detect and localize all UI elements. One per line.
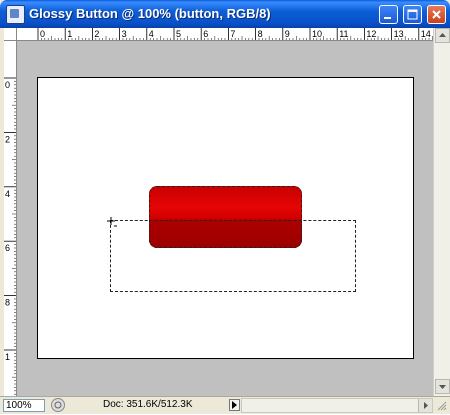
scroll-right-button[interactable] — [418, 399, 432, 412]
arrow-right-icon — [424, 402, 428, 409]
circle-icon — [54, 401, 62, 409]
ruler-label: 6 — [203, 29, 208, 39]
window-title: Glossy Button @ 100% (button, RGB/8) — [29, 6, 271, 21]
ruler-label: 11 — [339, 29, 348, 39]
canvas-workspace[interactable] — [17, 41, 433, 396]
ruler-label: 2 — [5, 134, 10, 144]
resize-grip-icon[interactable] — [436, 400, 447, 411]
ruler-label: 9 — [285, 29, 290, 39]
play-arrow-icon — [232, 401, 237, 409]
zoom-level-field[interactable]: 100% — [3, 399, 45, 412]
ruler-label: 10 — [312, 29, 322, 39]
arrow-up-icon — [439, 33, 446, 37]
ruler-label: 12 — [366, 29, 376, 39]
ruler-label: 14 — [421, 29, 431, 39]
ruler-label: 2 — [94, 29, 99, 39]
ruler-label: 13 — [394, 29, 404, 39]
minimize-button[interactable] — [379, 5, 398, 24]
ruler-label: 7 — [230, 29, 235, 39]
ruler-label: 1 — [5, 352, 10, 362]
photoshop-document-window: Glossy Button @ 100% (button, RGB/8) 012… — [0, 0, 450, 414]
scroll-down-button[interactable] — [435, 379, 450, 394]
horizontal-ruler[interactable]: 0 1 2 3 4 5 6 7 8 9 10 11 12 13 14 — [17, 28, 433, 41]
app-icon — [6, 5, 25, 24]
vertical-scrollbar[interactable] — [433, 28, 450, 396]
ruler-label: 8 — [258, 29, 263, 39]
document-size-info: Doc: 351.6K/512.3K — [103, 399, 193, 410]
ruler-label: 5 — [176, 29, 181, 39]
ruler-label: 4 — [149, 29, 154, 39]
scroll-up-button[interactable] — [435, 28, 450, 43]
status-info-menu-button[interactable] — [229, 399, 240, 411]
vertical-ruler[interactable]: 0 2 4 6 8 1 — [4, 41, 17, 396]
ruler-label: 0 — [5, 80, 10, 90]
horizontal-scrollbar[interactable] — [241, 398, 433, 413]
close-icon — [432, 10, 441, 19]
ruler-label: 1 — [67, 29, 72, 39]
minimize-icon — [384, 17, 391, 19]
arrow-down-icon — [439, 385, 446, 389]
document-canvas[interactable] — [37, 77, 414, 359]
maximize-icon — [407, 9, 418, 20]
title-bar[interactable]: Glossy Button @ 100% (button, RGB/8) — [0, 0, 450, 28]
crosshair-cursor-icon — [107, 217, 117, 227]
ruler-origin[interactable] — [4, 28, 17, 41]
ruler-label: 3 — [122, 29, 127, 39]
ruler-label: 8 — [5, 298, 10, 308]
ruler-label: 4 — [5, 189, 10, 199]
status-bar: 100% Doc: 351.6K/512.3K — [0, 396, 450, 414]
maximize-button[interactable] — [403, 5, 422, 24]
status-menu-button[interactable] — [51, 398, 65, 412]
ruler-label: 6 — [5, 243, 10, 253]
ruler-label: 0 — [40, 29, 45, 39]
close-button[interactable] — [427, 5, 446, 24]
rectangular-selection-marquee[interactable] — [110, 220, 356, 292]
